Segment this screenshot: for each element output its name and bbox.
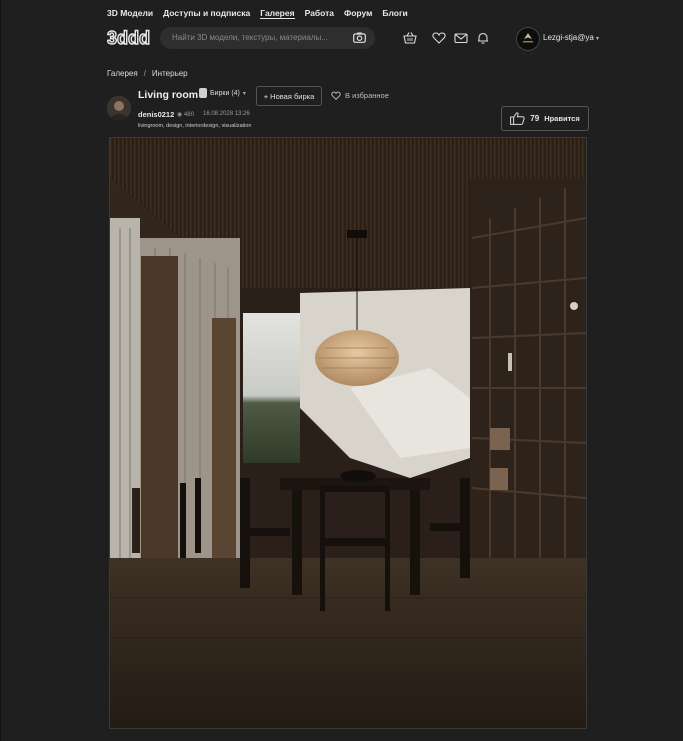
views-value: 480 [183,112,194,118]
mail-icon[interactable] [454,31,468,45]
breadcrumb-gallery[interactable]: Галерея [107,69,138,78]
new-tag-button[interactable]: + Новая бирка [256,86,322,106]
eye-icon: ◉ [177,112,183,118]
username-label: Lezgi-stja@ya [543,33,594,42]
nav-item-access[interactable]: Доступы и подписка [163,8,250,19]
like-button[interactable]: 79 Нравится [501,106,589,131]
thumbs-up-icon [510,112,525,125]
gallery-image[interactable] [109,137,587,729]
post-date: 16.08.2028 13:26 [203,111,250,117]
breadcrumb: Галерея / Интерьер [107,69,188,78]
author-avatar[interactable] [107,96,131,120]
nav-item-blogs[interactable]: Блоги [382,8,407,19]
interior-render [110,138,586,728]
favorite-button[interactable]: В избранное [331,91,389,100]
author-photo [107,96,131,120]
heart-icon[interactable] [432,31,446,45]
search-bar[interactable]: Найти 3D модели, текстуры, материалы... [160,27,375,49]
search-input[interactable]: Найти 3D модели, текстуры, материалы... [172,33,328,42]
breadcrumb-separator: / [143,69,146,78]
views-count: ◉ 480 [177,111,194,118]
favorite-label: В избранное [345,91,389,100]
user-avatar[interactable] [516,27,540,51]
likes-count: 79 [530,114,540,123]
avatar-logo-icon [523,33,533,43]
chevron-down-icon: ▾ [242,90,246,97]
heart-outline-icon [331,91,341,100]
camera-icon[interactable] [353,32,366,43]
nav-item-jobs[interactable]: Работа [305,8,334,19]
chevron-down-icon: ▾ [596,36,600,42]
logo-text: 3ddd [107,28,150,48]
tags-button[interactable]: Бирки (4) ▾ [199,88,246,98]
nav-item-forum[interactable]: Форум [344,8,372,19]
nav-item-3d-models[interactable]: 3D Модели [107,8,153,19]
like-label: Нравится [544,114,580,123]
top-navigation: 3D Модели Доступы и подписка Галерея Раб… [107,8,408,19]
author-name[interactable]: denis0212 [138,110,174,119]
post-hashtags[interactable]: livingroom, design, interiordesign, visu… [138,123,251,129]
lock-icon [199,88,207,98]
post-title: Living room [138,89,199,101]
username-menu[interactable]: Lezgi-stja@ya ▾ [543,33,599,42]
tags-label: Бирки (4) [210,89,240,97]
bell-icon[interactable] [476,31,490,45]
breadcrumb-interior[interactable]: Интерьер [152,69,188,78]
nav-item-gallery[interactable]: Галерея [260,8,295,19]
site-logo[interactable]: 3ddd [107,28,153,48]
basket-icon[interactable] [403,31,417,45]
